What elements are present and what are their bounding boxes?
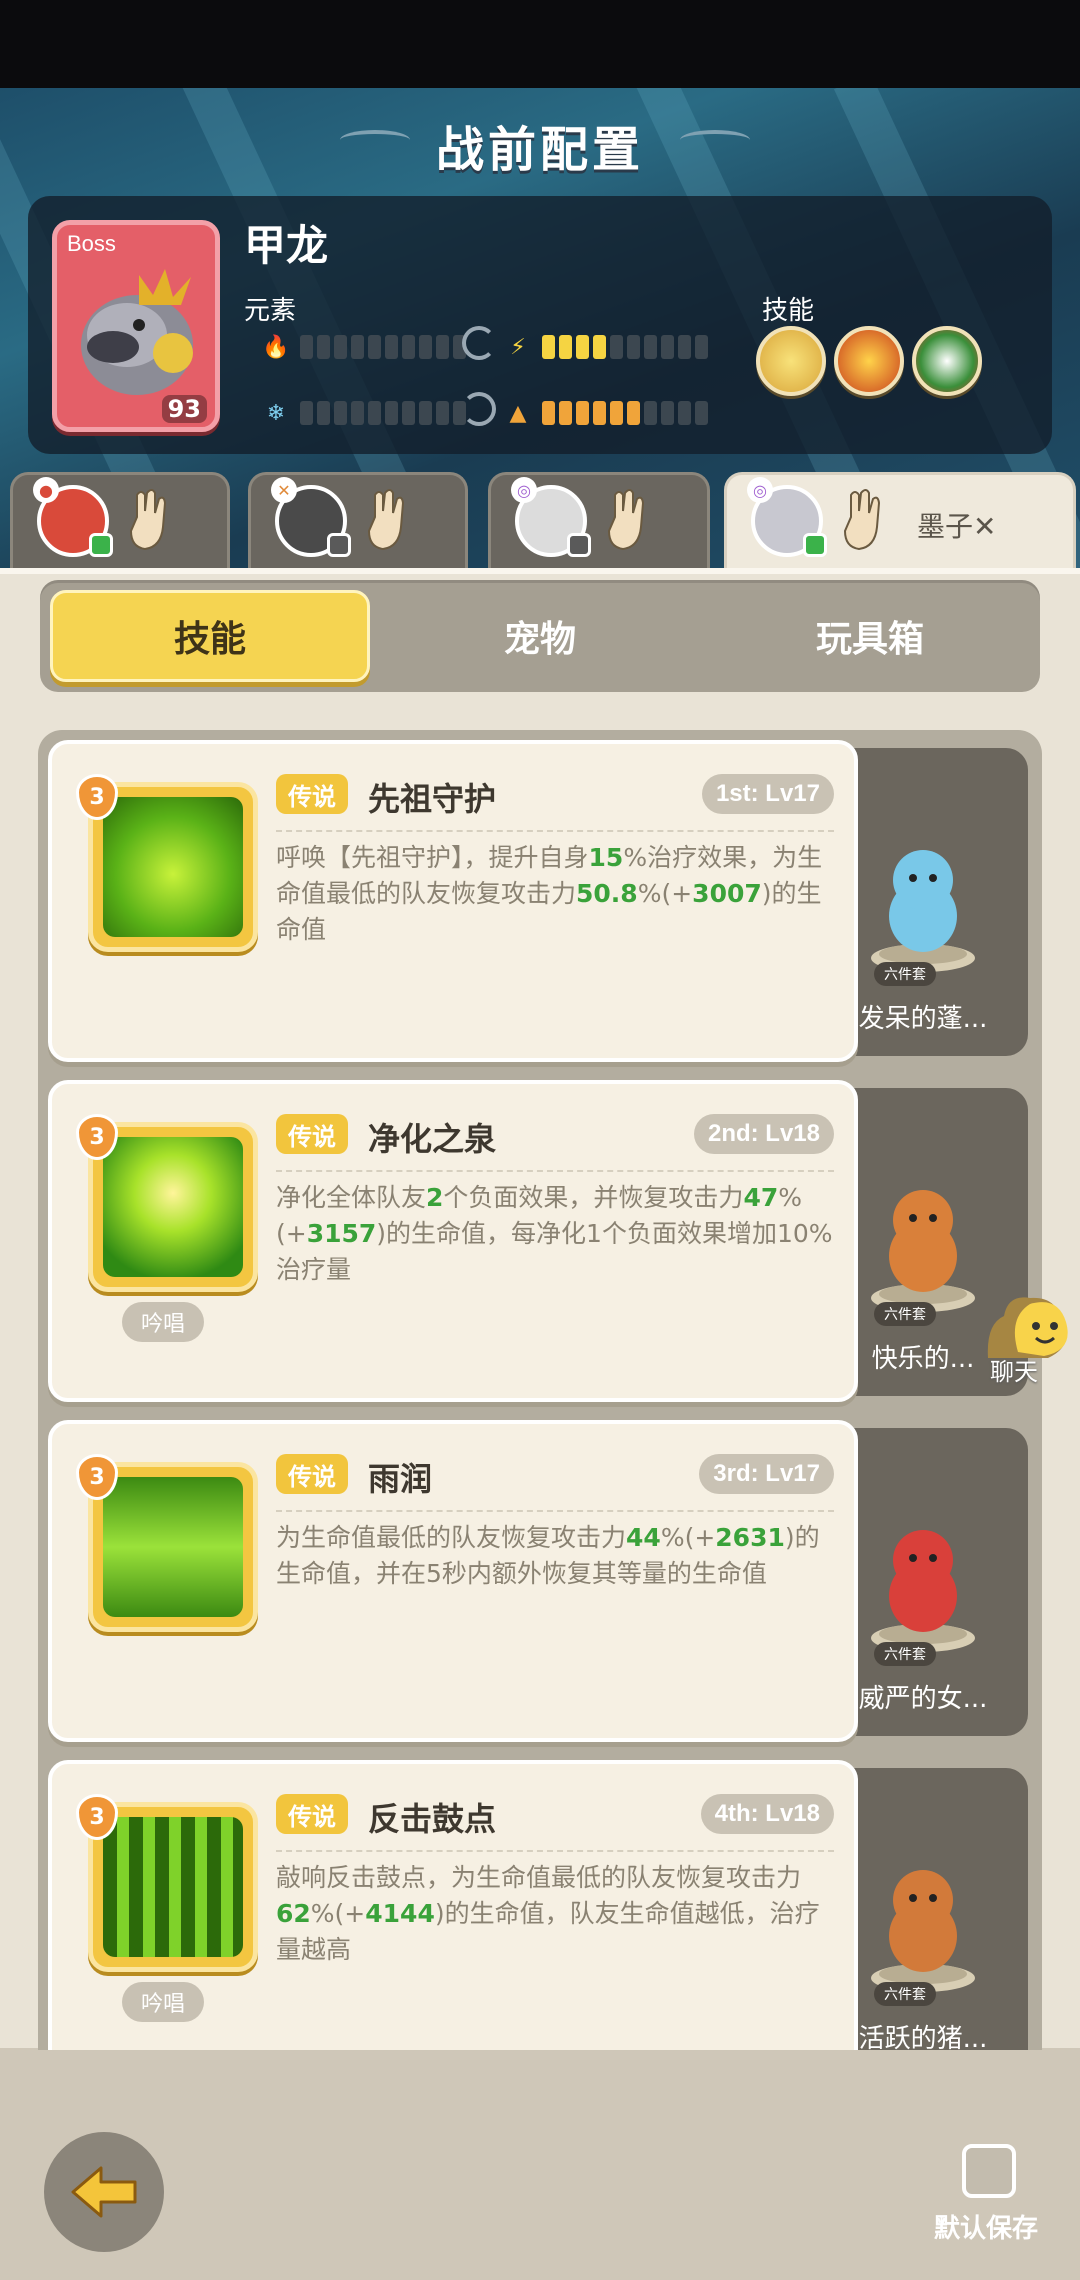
default-save-label: 默认保存 — [934, 2214, 1039, 2244]
boss-skill-orb-2[interactable] — [834, 326, 904, 396]
boss-skill-orb-1[interactable] — [756, 326, 826, 396]
tab-pets[interactable]: 宠物 — [380, 590, 700, 682]
earth-resistance-bar: ▲ — [504, 398, 708, 428]
rarity-tag: 传说 — [276, 1114, 348, 1154]
skill-row[interactable]: 六件套 快乐的... 3 吟唱 传说 净化之泉 2nd: Lv18 净化全体队友… — [48, 1080, 1028, 1402]
pet-set-badge: 六件套 — [874, 962, 936, 986]
skill-label: 技能 — [762, 296, 815, 326]
wind-icon: ◎ — [511, 477, 537, 503]
skill-name: 净化之泉 — [368, 1120, 497, 1158]
boss-name: 甲龙 — [244, 221, 329, 270]
fire-resistance-bar: 🔥 — [262, 332, 466, 362]
hero-tab-2[interactable]: ✕ — [248, 472, 468, 568]
boss-skill-orb-3[interactable] — [912, 326, 982, 396]
rarity-tag: 传说 — [276, 1794, 348, 1834]
pet-figure — [871, 1530, 975, 1652]
snowflake-icon: ❄ — [266, 400, 286, 426]
close-icon[interactable]: ✕ — [973, 510, 996, 543]
skill-card[interactable]: 3 吟唱 传说 净化之泉 2nd: Lv18 净化全体队友2个负面效果，并恢复攻… — [48, 1080, 858, 1402]
badge-icon — [567, 533, 591, 557]
default-save-checkbox[interactable] — [962, 2144, 1016, 2198]
fire-icon: ● — [33, 477, 59, 503]
hand-icon — [607, 489, 645, 551]
pet-figure — [871, 1870, 975, 1992]
skill-description: 呼唤【先祖守护】，提升自身15%治疗效果，为生命值最低的队友恢复攻击力50.8%… — [276, 843, 823, 944]
element-label: 元素 — [244, 296, 297, 326]
ankylosaur-portrait — [81, 269, 193, 395]
wind-icon: ◎ — [747, 477, 773, 503]
hand-icon — [367, 489, 405, 551]
cycle-arrow-icon — [462, 392, 496, 426]
tab-skills[interactable]: 技能 — [50, 590, 370, 682]
skill-name: 先祖守护 — [368, 780, 497, 818]
bottom-bar — [0, 2050, 1080, 2280]
divider — [276, 1170, 834, 1172]
skill-rank: 1st: Lv17 — [701, 774, 834, 814]
skill-card[interactable]: 3 传说 先祖守护 1st: Lv17 呼唤【先祖守护】，提升自身15%治疗效果… — [48, 740, 858, 1062]
skill-rank: 3rd: Lv17 — [699, 1454, 834, 1494]
back-button[interactable] — [44, 2132, 164, 2252]
fire-icon: 🔥 — [262, 334, 290, 360]
lightning-icon: ⚡ — [510, 334, 526, 360]
ice-resistance-bar: ❄ — [262, 398, 466, 428]
skill-row[interactable]: 六件套 发呆的蓬... 3 传说 先祖守护 1st: Lv17 呼唤【先祖守护】… — [48, 740, 1028, 1062]
cycle-arrow-icon — [462, 326, 496, 360]
chant-tag: 吟唱 — [122, 1302, 204, 1342]
divider — [276, 1850, 834, 1852]
hand-icon — [843, 489, 881, 551]
chant-tag: 吟唱 — [122, 1982, 204, 2022]
online-badge-icon — [803, 533, 827, 557]
skill-name: 反击鼓点 — [368, 1800, 497, 1838]
skill-rank: 4th: Lv18 — [700, 1794, 834, 1834]
divider — [276, 830, 834, 832]
chat-label: 聊天 — [990, 1358, 1038, 1386]
hero-tab-3[interactable]: ◎ — [488, 472, 710, 568]
badge-icon — [327, 533, 351, 557]
skill-name: 雨润 — [368, 1460, 433, 1498]
lightning-resistance-bar: ⚡ — [504, 332, 708, 362]
tab-toybox[interactable]: 玩具箱 — [710, 590, 1030, 682]
pet-set-badge: 六件套 — [874, 1982, 936, 2006]
skill-description: 净化全体队友2个负面效果，并恢复攻击力47%(+3157)的生命值，每净化1个负… — [276, 1183, 833, 1284]
hero-tab-mozi[interactable]: ◎ 墨子✕ — [724, 472, 1076, 568]
back-arrow-icon — [71, 2166, 137, 2218]
slash-icon: ✕ — [271, 477, 297, 503]
skill-row[interactable]: 六件套 活跃的猪... 3 吟唱 传说 反击鼓点 4th: Lv18 敲响反击鼓… — [48, 1760, 1028, 2082]
category-tabs: 技能 宠物 玩具箱 — [40, 580, 1040, 692]
status-bar — [0, 0, 1080, 88]
pet-figure — [871, 1190, 975, 1312]
online-badge-icon — [89, 533, 113, 557]
boss-tag: Boss — [67, 231, 116, 256]
pet-figure — [871, 850, 975, 972]
skill-card[interactable]: 3 传说 雨润 3rd: Lv17 为生命值最低的队友恢复攻击力44%(+263… — [48, 1420, 858, 1742]
skill-description: 敲响反击鼓点，为生命值最低的队友恢复攻击力62%(+4144)的生命值，队友生命… — [276, 1863, 820, 1964]
pet-set-badge: 六件套 — [874, 1642, 936, 1666]
hero-tab-1[interactable]: ● — [10, 472, 230, 568]
skill-row[interactable]: 六件套 威严的女... 3 传说 雨润 3rd: Lv17 为生命值最低的队友恢… — [48, 1420, 1028, 1742]
page-title: 战前配置 — [435, 122, 644, 178]
hand-icon — [129, 489, 167, 551]
skill-card[interactable]: 3 吟唱 传说 反击鼓点 4th: Lv18 敲响反击鼓点，为生命值最低的队友恢… — [48, 1760, 858, 2082]
mountain-icon: ▲ — [509, 400, 527, 426]
divider — [276, 1510, 834, 1512]
hero-name: 墨子✕ — [917, 510, 997, 543]
rarity-tag: 传说 — [276, 774, 348, 814]
skill-rank: 2nd: Lv18 — [693, 1114, 834, 1154]
skill-description: 为生命值最低的队友恢复攻击力44%(+2631)的生命值，并在5秒内额外恢复其等… — [276, 1523, 820, 1588]
rarity-tag: 传说 — [276, 1454, 348, 1494]
boss-portrait-card[interactable]: Boss 93 — [52, 220, 220, 432]
boss-level: 93 — [161, 395, 207, 423]
pet-set-badge: 六件套 — [874, 1302, 936, 1326]
